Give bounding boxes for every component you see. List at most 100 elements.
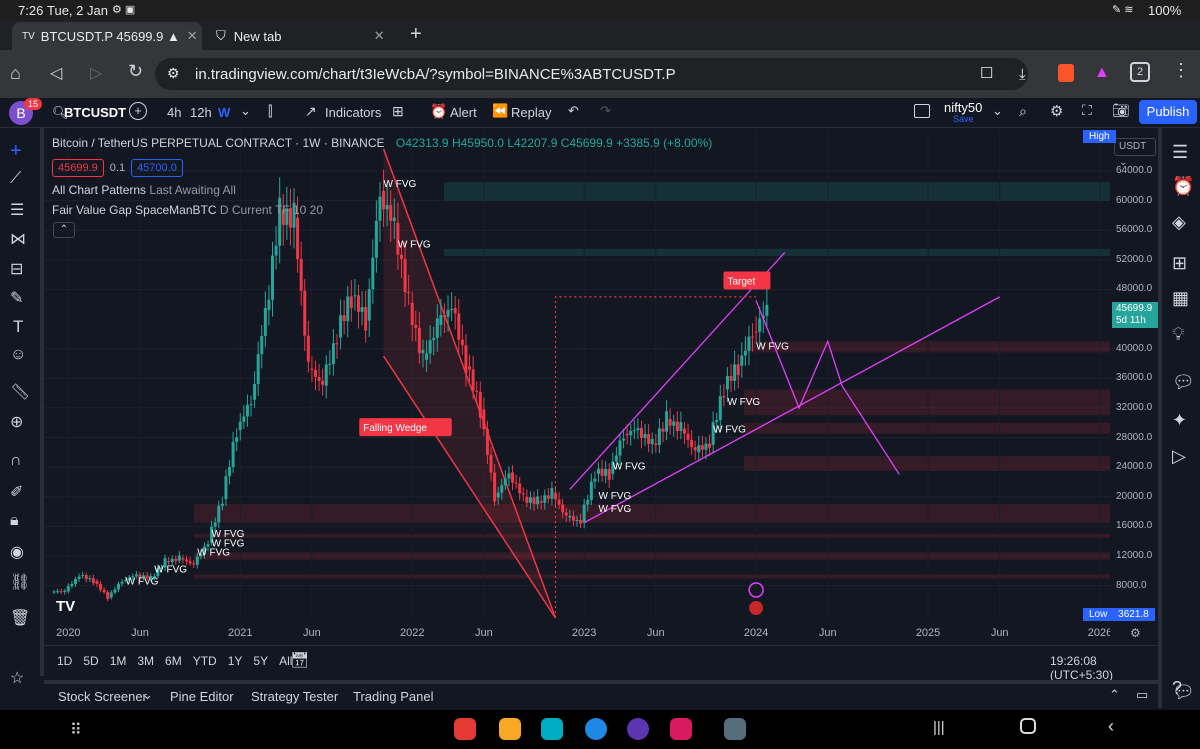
layout-select-icon[interactable] [914,104,930,118]
chat-bubble-icon[interactable]: 💬︎ [1172,682,1195,703]
calendar-icon[interactable]: ▦ [1172,288,1189,309]
date-range-icon[interactable]: 📅︎ [290,651,309,669]
timeframe-3m[interactable]: 3M [137,654,154,668]
eye-icon[interactable]: ◉ [10,542,24,562]
undo-icon[interactable]: ↶ [568,103,579,119]
brave-shields-icon[interactable] [1058,64,1074,82]
settings-app-icon[interactable] [724,718,746,740]
home-nav-icon[interactable] [1020,718,1036,734]
price-axis[interactable]: USDT ⌄ High 64000.0 60000.0 56000.0 52000.0… [1083,130,1158,645]
close-tab-icon[interactable]: ✕ [374,28,385,44]
tab-new-tab[interactable]: ⛉ New tab ✕ [206,22,396,50]
indicators-button[interactable]: Indicators [325,105,381,120]
trash-icon[interactable]: 🗑︎ [10,608,30,628]
currency-select[interactable]: USDT ⌄ [1114,138,1156,168]
text-tool-icon[interactable]: T [13,317,23,337]
compare-symbol-icon[interactable]: + [129,102,147,120]
brush-icon[interactable]: ✎ [10,288,23,308]
bulb-icon[interactable]: ✦ [1172,410,1187,431]
alert-button[interactable]: Alert [450,105,477,120]
maximize-panel-icon[interactable]: ▭ [1136,687,1148,703]
indicator-legend-2[interactable]: Fair Value Gap SpaceManBTC D Current TF … [52,203,323,217]
layout-name[interactable]: nifty50 [944,100,982,115]
layers-icon[interactable]: ◈ [1172,212,1186,233]
stay-drawing-icon[interactable]: ✐ [10,482,23,502]
forward-icon[interactable]: ▷ [90,63,102,83]
tab-stock-screener[interactable]: Stock Screener [58,689,147,704]
symbol-search[interactable]: BTCUSDT [64,105,126,120]
ideas-icon[interactable]: 💡︎ [1172,324,1185,345]
timeframe-1d[interactable]: 1D [57,654,72,668]
app-drawer-icon[interactable]: ⠿ [70,720,82,740]
candles-style-icon[interactable]: ⫿ [268,103,272,120]
publish-button[interactable]: Publish [1139,100,1197,124]
browser-app-icon[interactable] [627,718,649,740]
brave-rewards-icon[interactable]: ▲ [1094,64,1110,82]
address-bar[interactable]: ⚙ in.tradingview.com/chart/t3IeWcbA/?sym… [155,58,1028,90]
app-icon-red[interactable] [454,718,476,740]
menu-icon[interactable]: ⋮ [1172,60,1190,81]
chat-icon[interactable]: 💬︎ [1172,372,1195,393]
tab-tradingview[interactable]: TV BTCUSDT.P 45699.9 ▲ +3.3 ✕ [12,22,202,50]
redo-icon[interactable]: ↷ [600,103,611,119]
fullscreen-icon[interactable]: ⛶ [1082,102,1092,119]
tab-count-button[interactable]: 2 [1130,62,1150,82]
timeframe-1m[interactable]: 1M [110,654,127,668]
back-nav-icon[interactable]: ‹ [1108,716,1114,737]
timeframe-5y[interactable]: 5Y [253,654,268,668]
tab-strategy-tester[interactable]: Strategy Tester [251,689,338,704]
fib-retracement-icon[interactable]: ☰ [10,200,24,220]
sell-button[interactable]: 45699.9 [52,159,104,177]
symbol-title[interactable]: Bitcoin / TetherUS PERPETUAL CONTRACT · … [52,136,385,150]
crosshair-icon[interactable]: + [10,140,22,163]
hotlist-icon[interactable]: ⊞ [1172,253,1187,274]
favorites-star-icon[interactable]: ☆ [10,668,24,688]
back-icon[interactable]: ◁ [50,63,62,83]
link-icon[interactable]: ⛓ [10,572,30,592]
snapshot-camera-icon[interactable]: 📷︎ [1112,102,1130,119]
indicator-legend-1[interactable]: All Chart Patterns Last Awaiting All [52,183,236,197]
ruler-icon[interactable]: 📏︎ [10,382,30,402]
timeframe-6m[interactable]: 6M [165,654,182,668]
timeframe-1y[interactable]: 1Y [228,654,243,668]
interval-4h[interactable]: 4h [167,105,181,120]
screener-dropdown-icon[interactable]: ⌄ [142,687,153,703]
quick-search-icon[interactable]: ⌕ [1019,103,1027,120]
recent-apps-icon[interactable]: ||| [933,719,945,736]
collapse-legend-icon[interactable]: ⌃ [53,222,75,238]
axis-settings-icon[interactable]: ⚙ [1130,626,1141,640]
interval-weekly[interactable]: W [218,105,230,120]
clock-display[interactable]: 19:26:08 (UTC+5:30) [1050,654,1158,682]
projection-icon[interactable]: ⊟ [10,259,23,279]
trend-line-icon[interactable]: ⟋ [10,170,21,188]
interval-dropdown-icon[interactable]: ⌄ [240,103,251,119]
layout-dropdown-icon[interactable]: ⌄ [992,103,1003,119]
reload-icon[interactable]: ↻ [128,61,143,82]
files-app-icon[interactable] [499,718,521,740]
zoom-in-icon[interactable]: ⊕ [10,412,23,432]
magnet-icon[interactable]: ∩ [10,452,22,470]
new-tab-icon[interactable]: + [410,23,422,46]
timeframe-5d[interactable]: 5D [83,654,98,668]
buy-button[interactable]: 45700.0 [131,159,183,177]
site-settings-icon[interactable]: ⚙ [167,65,180,82]
lock-icon[interactable]: 🔒︎ [10,512,19,530]
interval-12h[interactable]: 12h [190,105,212,120]
timeframe-ytd[interactable]: YTD [193,654,217,668]
watchlist-icon[interactable]: ☰ [1172,142,1188,163]
streams-icon[interactable]: ▷ [1172,446,1186,467]
download-icon[interactable]: ⤓ [1019,66,1026,83]
replay-button[interactable]: Replay [511,105,551,120]
messages-app-icon[interactable] [585,718,607,740]
emoji-icon[interactable]: ☺ [10,346,26,364]
settings-gear-icon[interactable]: ⚙ [1050,102,1063,120]
camera-app-icon[interactable] [670,718,692,740]
layouts-grid-icon[interactable]: ⊞ [392,103,404,120]
tab-trading-panel[interactable]: Trading Panel [353,689,433,704]
pattern-icon[interactable]: ⋈ [10,229,26,249]
close-tab-icon[interactable]: ✕ [187,28,198,44]
bookmark-icon[interactable]: ☐ [980,64,993,82]
alerts-clock-icon[interactable]: ⏰ [1172,176,1194,197]
expand-panel-icon[interactable]: ⌃ [1109,687,1120,703]
tab-pine-editor[interactable]: Pine Editor [170,689,234,704]
